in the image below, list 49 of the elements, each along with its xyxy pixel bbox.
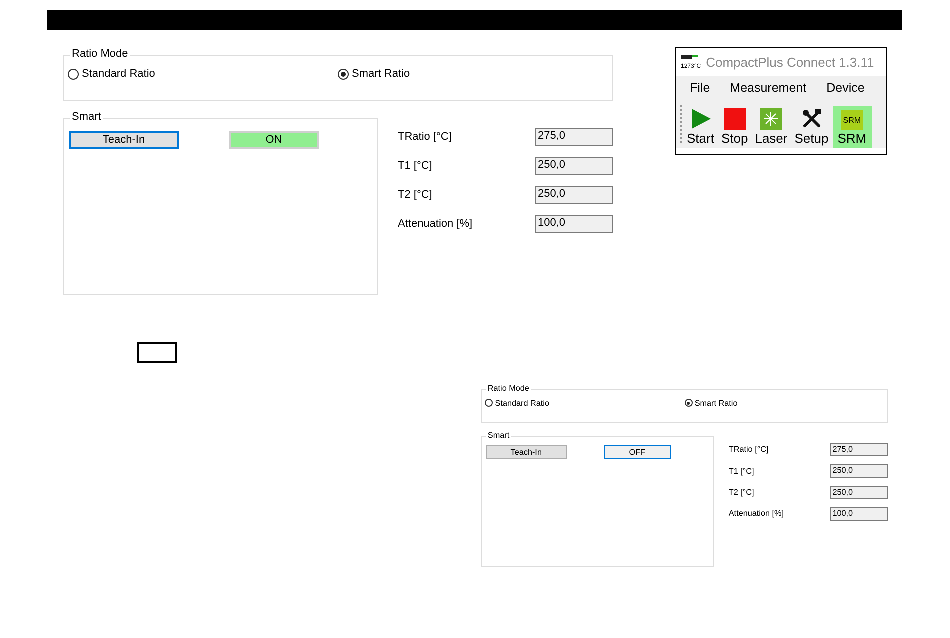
radio-label[interactable]: Smart Ratio	[694, 398, 738, 408]
value-field[interactable]: 100,0	[830, 507, 888, 521]
radio-button[interactable]	[684, 399, 693, 408]
menu-item[interactable]: File	[690, 81, 710, 95]
radio-button[interactable]	[484, 399, 494, 408]
toolbar-button[interactable]: Stop	[718, 106, 752, 148]
group-title: Smart	[486, 430, 512, 440]
toolbar-button[interactable]: SRM SRM	[832, 106, 872, 148]
group-title: Smart	[70, 111, 104, 123]
value-field[interactable]: 100,0	[535, 215, 613, 233]
menu-item[interactable]: Measurement	[730, 81, 807, 95]
field-label: T1 [°C]	[728, 466, 754, 476]
field-label: TRatio [°C]	[398, 131, 452, 143]
srm-icon: SRM	[841, 110, 864, 130]
play-icon	[690, 108, 712, 130]
field-label: Attenuation [%]	[398, 218, 473, 230]
window-title: CompactPlus Connect 1.3.11	[706, 54, 874, 70]
field-label: T1 [°C]	[398, 160, 432, 172]
laser-icon	[760, 108, 782, 130]
value-field[interactable]: 250,0	[535, 157, 613, 175]
radio-label[interactable]: Standard Ratio	[495, 398, 550, 408]
value-field[interactable]: 250,0	[535, 186, 613, 204]
teach-in-button[interactable]: Teach-In	[486, 445, 568, 459]
value-field[interactable]: 250,0	[830, 464, 888, 478]
teach-in-button[interactable]: Teach-In	[69, 131, 179, 149]
field-label: T2 [°C]	[728, 488, 754, 498]
value-field[interactable]: 275,0	[535, 128, 613, 146]
value-field[interactable]: 250,0	[830, 486, 888, 500]
radio-label[interactable]: Smart Ratio	[352, 68, 410, 80]
field-label: T2 [°C]	[398, 189, 432, 201]
toggle-button[interactable]: ON	[229, 131, 319, 149]
toolbar-button[interactable]: Laser	[752, 106, 791, 148]
logo-icon	[681, 55, 698, 59]
toolbar-grip-icon	[680, 104, 683, 144]
empty-box	[137, 342, 177, 363]
toolbar-button[interactable]: Setup	[792, 106, 832, 148]
field-label: Attenuation [%]	[728, 509, 784, 518]
group-title: Ratio Mode	[70, 48, 130, 60]
radio-button[interactable]	[68, 68, 79, 80]
value-field[interactable]: 275,0	[830, 443, 888, 456]
group-title: Ratio Mode	[486, 384, 531, 394]
field-label: TRatio [°C]	[728, 445, 769, 454]
tools-icon	[800, 108, 823, 130]
menu-item[interactable]: Device	[826, 81, 865, 95]
stop-icon	[724, 108, 746, 130]
radio-button[interactable]	[338, 68, 349, 80]
toolbar-button[interactable]: Start	[684, 106, 718, 148]
toggle-button[interactable]: OFF	[604, 445, 671, 459]
radio-label[interactable]: Standard Ratio	[82, 68, 156, 80]
